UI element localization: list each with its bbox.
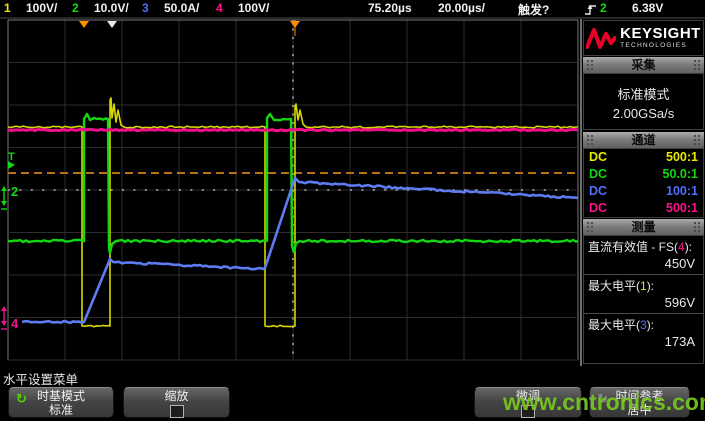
ch2-scale[interactable]: 10.0V/: [94, 1, 129, 15]
trace-ch3: [22, 178, 578, 323]
brand-sub: TECHNOLOGIES: [620, 43, 701, 50]
channels-panel: DC500:1 DC50.0:1 DC100:1 DC500:1: [583, 148, 704, 218]
rising-edge-icon: [584, 2, 597, 16]
delay-readout[interactable]: 75.20µs: [368, 1, 412, 15]
trace-ch4: [8, 129, 578, 130]
acquisition-panel: 标准模式 2.00GSa/s: [583, 73, 704, 130]
measurement-dc-rms: 直流有效值 - FS(4): 450V: [584, 236, 703, 275]
ch2-ground-label[interactable]: 2: [11, 184, 18, 199]
measurement-max-ch1: 最大电平(1): 596V: [584, 275, 703, 314]
ch1-scale[interactable]: 100V/: [26, 1, 57, 15]
trigger-level-label[interactable]: T: [8, 151, 15, 163]
ch4-offset-indicator-icon[interactable]: [1, 306, 7, 329]
brand-name: KEYSIGHT: [620, 26, 701, 41]
aux-time-marker[interactable]: [107, 21, 117, 28]
ch4-number[interactable]: 4: [216, 1, 223, 15]
keysight-logo: KEYSIGHT TECHNOLOGIES: [583, 20, 704, 56]
measurement-max-ch3: 最大电平(3): 173A: [584, 314, 703, 352]
ch3-scale[interactable]: 50.0A/: [164, 1, 199, 15]
timebase-mode-button[interactable]: ↻ 时基模式 标准: [8, 387, 114, 418]
menu-title: 水平设置菜单: [3, 369, 78, 388]
waveform-display: T 2 4: [0, 19, 580, 366]
watermark: www.cntronics.com: [503, 389, 705, 416]
ch1-coupling-row[interactable]: DC500:1: [584, 149, 703, 166]
measure-header[interactable]: 测量: [583, 219, 704, 235]
trigger-source[interactable]: 2: [600, 1, 607, 15]
ch2-offset-indicator-icon[interactable]: [1, 186, 7, 209]
measurement-value: 596V: [588, 294, 699, 312]
ch4-ground-label[interactable]: 4: [11, 316, 19, 331]
ch1-number[interactable]: 1: [4, 1, 11, 15]
sample-rate: 2.00GSa/s: [584, 106, 703, 121]
ch3-coupling-row[interactable]: DC100:1: [584, 183, 703, 200]
trigger-level[interactable]: 6.38V: [632, 1, 663, 15]
measurement-value: 450V: [588, 255, 699, 273]
status-bar: 1 100V/ 2 10.0V/ 3 50.0A/ 4 100V/ 75.20µ…: [0, 0, 705, 19]
acquisition-header[interactable]: 采集: [583, 57, 704, 73]
ch2-coupling-row[interactable]: DC50.0:1: [584, 166, 703, 183]
ch4-coupling-row[interactable]: DC500:1: [584, 200, 703, 217]
ch3-number[interactable]: 3: [142, 1, 149, 15]
time-reference-marker[interactable]: [290, 21, 300, 28]
acquisition-mode: 标准模式: [584, 84, 703, 103]
trigger-status: 触发?: [518, 1, 549, 18]
cycle-icon: ↻: [16, 392, 27, 406]
measure-panel: 直流有效值 - FS(4): 450V 最大电平(1): 596V 最大电平(3…: [583, 235, 704, 364]
trigger-time-marker[interactable]: [79, 21, 89, 28]
measurement-value: 173A: [588, 333, 699, 351]
zoom-checkbox[interactable]: [170, 405, 184, 418]
sidebar: KEYSIGHT TECHNOLOGIES 采集 标准模式 2.00GSa/s …: [580, 19, 705, 366]
ch2-number[interactable]: 2: [72, 1, 79, 15]
channels-header[interactable]: 通道: [583, 132, 704, 148]
keysight-spark-icon: [586, 25, 616, 51]
scope-graticule: T 2 4: [0, 19, 580, 366]
zoom-button[interactable]: 缩放: [123, 387, 230, 418]
timebase-readout[interactable]: 20.00µs/: [438, 1, 485, 15]
ch4-scale[interactable]: 100V/: [238, 1, 269, 15]
